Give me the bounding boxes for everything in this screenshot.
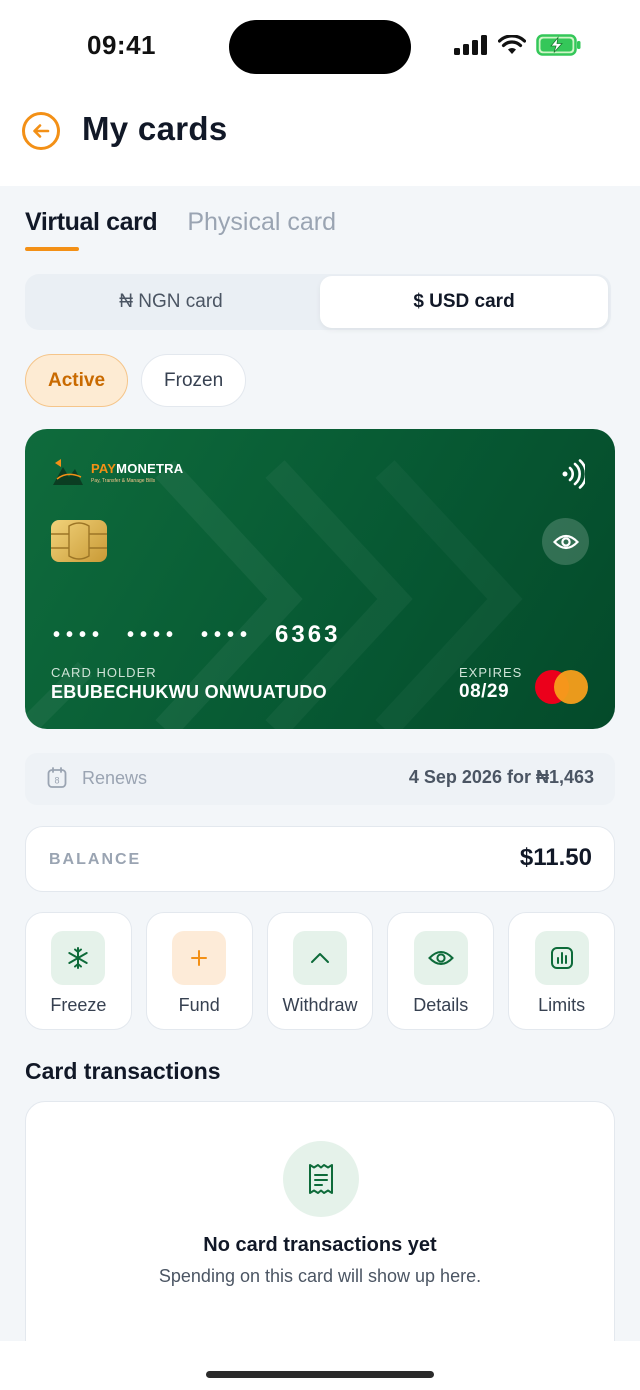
status-icons <box>454 34 582 56</box>
limits-button[interactable]: Limits <box>508 912 615 1030</box>
logo-pay-text: PAY <box>91 460 117 476</box>
fund-label: Fund <box>178 995 220 1015</box>
empty-state-title: No card transactions yet <box>203 1234 437 1256</box>
details-button[interactable]: Details <box>387 912 495 1030</box>
details-label: Details <box>413 995 469 1015</box>
usd-card-option[interactable]: $ USD card <box>320 276 608 328</box>
tab-physical-card[interactable]: Physical card <box>187 208 336 251</box>
balance-card: BALANCE $11.50 <box>25 826 615 892</box>
filter-frozen[interactable]: Frozen <box>141 354 247 407</box>
tab-virtual-card[interactable]: Virtual card <box>25 208 158 251</box>
transactions-empty-state: No card transactions yet Spending on thi… <box>25 1101 615 1341</box>
receipt-icon <box>309 1164 333 1194</box>
renewal-row: 8 Renews 4 Sep 2026 for ₦1,463 <box>25 753 615 805</box>
header: My cards <box>0 92 640 186</box>
contactless-icon <box>562 459 585 489</box>
filter-active[interactable]: Active <box>25 354 129 407</box>
back-button[interactable] <box>22 112 60 150</box>
fund-button[interactable]: Fund <box>145 912 253 1030</box>
paymonetra-logo: PAYMONETRA Pay, Transfer & Manage Bills <box>51 457 183 487</box>
card-holder-name: EBUBECHUKWU ONWUATUDO <box>51 682 327 702</box>
balance-value: $11.50 <box>519 844 592 871</box>
bar-chart-icon <box>550 947 573 969</box>
battery-charging-icon <box>536 34 581 56</box>
withdraw-button[interactable]: Withdraw <box>266 912 374 1030</box>
dynamic-island <box>229 20 411 74</box>
masked-group-1: •••• <box>53 623 106 646</box>
card-chip-icon <box>51 520 107 562</box>
card-transactions-title: Card transactions <box>25 1058 221 1084</box>
eye-icon <box>427 951 454 965</box>
arrow-left-icon <box>33 124 50 138</box>
limits-icon-tile <box>534 931 589 985</box>
currency-switch: ₦ NGN card $ USD card <box>25 274 611 330</box>
expires-label: EXPIRES <box>459 665 523 680</box>
masked-group-3: •••• <box>201 623 254 646</box>
home-indicator[interactable] <box>206 1371 434 1378</box>
plus-icon <box>191 950 208 966</box>
status-time: 09:41 <box>87 30 156 60</box>
mastercard-icon <box>535 670 589 704</box>
logo-tagline: Pay, Transfer & Manage Bills <box>91 477 156 484</box>
details-icon-tile <box>413 931 468 985</box>
masked-group-2: •••• <box>127 623 180 646</box>
signal-icon <box>454 35 487 55</box>
calendar-icon: 8 <box>47 767 67 788</box>
ngn-card-option[interactable]: ₦ NGN card <box>25 274 317 330</box>
virtual-card[interactable]: PAYMONETRA Pay, Transfer & Manage Bills … <box>25 429 615 729</box>
home-bar-area <box>0 1341 640 1390</box>
card-type-tabs: Virtual card Physical card <box>25 208 336 251</box>
card-status-filters: Active Frozen <box>25 354 247 407</box>
card-number: •••• •••• •••• 6363 <box>53 621 340 649</box>
expires-value: 08/29 <box>459 681 510 702</box>
eye-icon <box>552 534 579 549</box>
freeze-button[interactable]: Freeze <box>25 912 132 1030</box>
card-last4: 6363 <box>275 621 341 648</box>
fund-icon-tile <box>172 931 227 985</box>
renews-value: 4 Sep 2026 for ₦1,463 <box>408 767 594 787</box>
card-holder-label: CARD HOLDER <box>51 665 157 680</box>
limits-label: Limits <box>538 995 586 1015</box>
reveal-card-button[interactable] <box>542 518 589 565</box>
empty-state-subtitle: Spending on this card will show up here. <box>158 1266 482 1286</box>
page-title: My cards <box>82 110 228 147</box>
freeze-label: Freeze <box>50 995 107 1015</box>
card-actions: Freeze Fund Withdraw Details Limits <box>25 912 615 1030</box>
calendar-day: 8 <box>54 776 59 786</box>
status-bar: 09:41 <box>0 0 640 92</box>
freeze-icon-tile <box>51 931 106 985</box>
balance-label: BALANCE <box>49 851 142 868</box>
withdraw-icon-tile <box>292 931 347 985</box>
main-content: Virtual card Physical card ₦ NGN card $ … <box>0 186 640 1341</box>
receipt-icon-tile <box>283 1141 359 1217</box>
wifi-icon <box>498 35 526 54</box>
logo-monetra-text: MONETRA <box>116 460 184 476</box>
logo-mark-icon <box>53 459 83 485</box>
withdraw-label: Withdraw <box>282 995 358 1015</box>
snowflake-icon <box>68 947 89 969</box>
chevron-up-icon <box>310 953 329 963</box>
renews-label: Renews <box>82 768 148 788</box>
